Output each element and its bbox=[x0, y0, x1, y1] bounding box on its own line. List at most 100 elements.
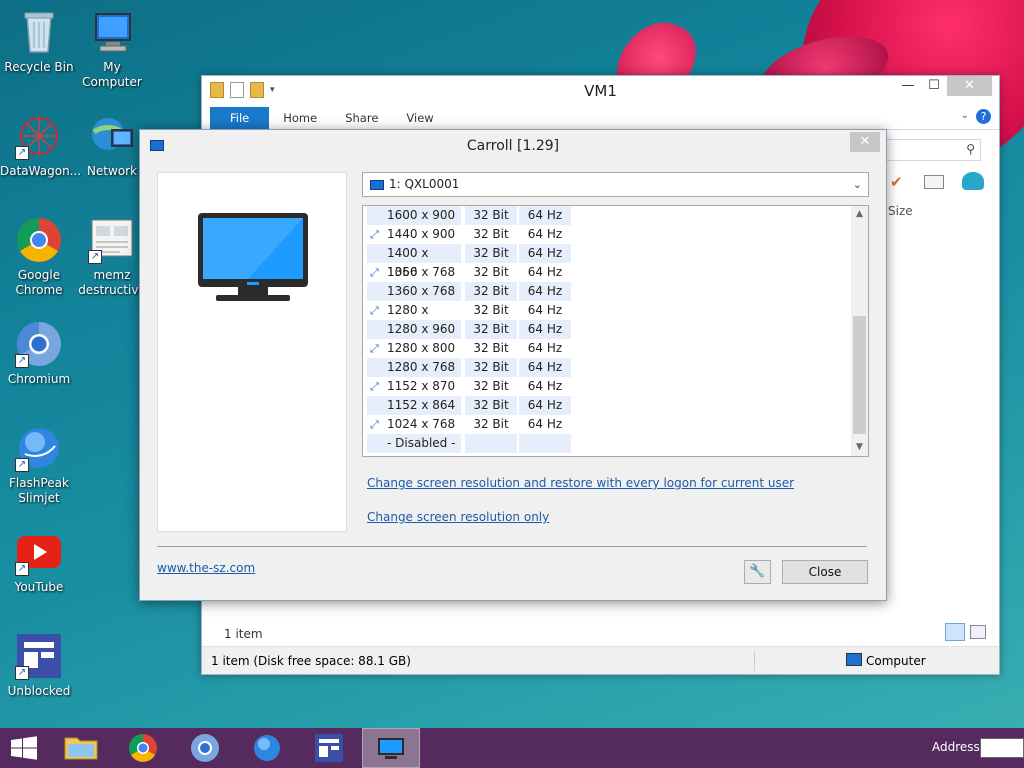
settings-button[interactable]: 🔧 bbox=[744, 560, 771, 584]
mode-resolution: 1280 x 768 bbox=[367, 358, 461, 377]
desktop-icon-label: FlashPeak Slimjet bbox=[9, 476, 69, 505]
taskbar-carroll[interactable] bbox=[362, 728, 420, 768]
list-item[interactable]: ⤢ - Disabled - bbox=[367, 434, 847, 453]
mode-resolution: 1440 x 900 bbox=[387, 227, 456, 241]
taskbar-unblocked[interactable] bbox=[300, 728, 358, 768]
recycle-bin-icon bbox=[15, 8, 63, 56]
tab-share[interactable]: Share bbox=[331, 107, 392, 129]
mode-resolution: - Disabled - bbox=[367, 434, 461, 453]
mode-refresh: 64 Hz bbox=[527, 341, 563, 355]
scroll-down-icon[interactable]: ▼ bbox=[851, 439, 868, 456]
item-count: 1 item bbox=[224, 627, 263, 641]
mode-bit-depth: 32 Bit bbox=[473, 265, 509, 279]
mail-icon[interactable] bbox=[924, 175, 944, 189]
desktop-icon-datawagon[interactable]: ↗ DataWagon... bbox=[0, 112, 81, 179]
dialog-title-bar[interactable]: Carroll [1.29] ✕ bbox=[140, 130, 886, 162]
mode-refresh: 64 Hz bbox=[527, 303, 563, 317]
dialog-divider bbox=[157, 546, 867, 547]
list-item[interactable]: ⤢ 1360 x 768 32 Bit 64 Hz bbox=[367, 282, 847, 301]
search-box[interactable]: ⚲ bbox=[886, 139, 981, 161]
taskbar-chromium[interactable] bbox=[176, 728, 234, 768]
windows-logo-icon bbox=[11, 736, 37, 760]
mode-bit-depth: 32 Bit bbox=[473, 227, 509, 241]
list-item[interactable]: ⤢ 1024 x 768 32 Bit 64 Hz bbox=[367, 415, 847, 434]
chromium-icon: ↗ bbox=[15, 320, 63, 368]
mode-resolution: 1152 x 864 bbox=[367, 396, 461, 415]
scroll-up-icon[interactable]: ▲ bbox=[851, 206, 868, 223]
desktop-icon-youtube[interactable]: ↗ YouTube bbox=[0, 528, 78, 595]
tab-view[interactable]: View bbox=[392, 107, 447, 129]
list-item[interactable]: ⤢ 1152 x 864 32 Bit 64 Hz bbox=[367, 396, 847, 415]
scrollbar-thumb[interactable] bbox=[853, 316, 866, 434]
change-resolution-only-link[interactable]: Change screen resolution only bbox=[367, 510, 549, 524]
mode-resolution: 1152 x 870 bbox=[387, 379, 456, 393]
mode-refresh: 64 Hz bbox=[527, 265, 563, 279]
list-item[interactable]: ⤢ 1600 x 900 32 Bit 64 Hz bbox=[367, 206, 847, 225]
list-item[interactable]: ⤢ 1440 x 900 32 Bit 64 Hz bbox=[367, 225, 847, 244]
taskbar-slimjet[interactable] bbox=[238, 728, 296, 768]
chromium-icon bbox=[191, 734, 219, 762]
resolution-list[interactable]: ⤢ 1600 x 900 32 Bit 64 Hz ⤢ 1440 x 900 3… bbox=[362, 205, 869, 457]
network-icon bbox=[88, 112, 136, 160]
desktop-icon-chromium[interactable]: ↗ Chromium bbox=[0, 320, 78, 387]
explorer-close-button[interactable]: ✕ bbox=[947, 76, 992, 96]
details-view-icon[interactable] bbox=[945, 623, 965, 641]
taskbar-chrome[interactable] bbox=[114, 728, 172, 768]
monitor-select-value: 1: QXL0001 bbox=[389, 177, 460, 191]
taskbar-file-explorer[interactable] bbox=[52, 728, 110, 768]
tab-file[interactable]: File bbox=[210, 107, 270, 129]
change-resolution-restore-link[interactable]: Change screen resolution and restore wit… bbox=[367, 476, 794, 490]
large-icons-view-icon[interactable] bbox=[970, 625, 986, 639]
column-size[interactable]: Size bbox=[888, 204, 913, 218]
address-input[interactable] bbox=[980, 738, 1024, 758]
check-icon[interactable]: ✔ bbox=[890, 173, 903, 191]
monitor-icon bbox=[378, 738, 404, 759]
carroll-dialog: Carroll [1.29] ✕ 1: QXL0001 ⌄ ⤢ 1600 x 9… bbox=[139, 129, 887, 601]
list-item[interactable]: ⤢ 1152 x 870 32 Bit 64 Hz bbox=[367, 377, 847, 396]
mode-refresh: 64 Hz bbox=[519, 358, 571, 377]
shell-icon[interactable] bbox=[962, 172, 984, 190]
website-link[interactable]: www.the-sz.com bbox=[157, 561, 255, 575]
shortcut-arrow-icon: ↗ bbox=[15, 458, 29, 472]
help-icon[interactable]: ? bbox=[976, 109, 991, 124]
mode-resolution: 1400 x 1050 bbox=[367, 244, 461, 279]
mode-bit-depth: 32 Bit bbox=[465, 206, 517, 225]
mode-resolution: 1280 x 960 bbox=[367, 320, 461, 339]
memz-icon: ↗ bbox=[88, 216, 136, 264]
chrome-icon bbox=[15, 216, 63, 264]
desktop-icon-unblocked[interactable]: ↗ Unblocked bbox=[0, 632, 78, 699]
status-divider bbox=[754, 651, 755, 671]
mode-resolution: 1360 x 768 bbox=[367, 282, 461, 301]
start-button[interactable] bbox=[0, 728, 48, 768]
unblocked-icon: ↗ bbox=[15, 632, 63, 680]
tab-home[interactable]: Home bbox=[269, 107, 331, 129]
desktop-icon-my-computer[interactable]: My Computer bbox=[73, 8, 151, 90]
maximize-button[interactable]: ☐ bbox=[919, 76, 949, 96]
mode-refresh: 64 Hz bbox=[519, 282, 571, 301]
monitor-select[interactable]: 1: QXL0001 ⌄ bbox=[362, 172, 869, 197]
ribbon-expand-icon[interactable]: ⌄ bbox=[961, 110, 969, 121]
taskbar: Address bbox=[0, 728, 1024, 768]
dialog-close-x-button[interactable]: ✕ bbox=[850, 132, 880, 152]
folder-icon bbox=[64, 737, 98, 760]
close-button[interactable]: Close bbox=[782, 560, 868, 584]
desktop-icon-label: Recycle Bin bbox=[4, 60, 74, 74]
list-item[interactable]: ⤢ 1400 x 1050 32 Bit 64 Hz bbox=[367, 244, 847, 279]
shortcut-arrow-icon: ↗ bbox=[15, 146, 29, 160]
list-item[interactable]: ⤢ 1280 x 960 32 Bit 64 Hz bbox=[367, 320, 847, 339]
desktop-icon-google-chrome[interactable]: Google Chrome bbox=[0, 216, 78, 298]
mode-resolution: 1600 x 900 bbox=[367, 206, 461, 225]
desktop-icon-recycle-bin[interactable]: Recycle Bin bbox=[0, 8, 78, 75]
list-item[interactable]: ⤢ 1280 x 768 32 Bit 64 Hz bbox=[367, 358, 847, 377]
list-item[interactable]: ⤢ 1280 x 1024 32 Bit 64 Hz bbox=[367, 301, 847, 336]
explorer-title-bar[interactable]: ▾ VM1 — ☐ ✕ bbox=[202, 76, 999, 106]
desktop-icon-slimjet[interactable]: ↗ FlashPeak Slimjet bbox=[0, 424, 78, 506]
list-item[interactable]: ⤢ 1280 x 800 32 Bit 64 Hz bbox=[367, 339, 847, 358]
desktop-icon-label: Chromium bbox=[7, 372, 71, 386]
monitor-icon bbox=[198, 213, 308, 301]
list-item[interactable]: ⤢ 1366 x 768 32 Bit 64 Hz bbox=[367, 263, 847, 282]
mode-bit-depth: 32 Bit bbox=[465, 282, 517, 301]
list-scrollbar[interactable]: ▲ ▼ bbox=[851, 206, 868, 456]
status-location: Computer bbox=[866, 654, 926, 668]
mode-refresh: 64 Hz bbox=[527, 379, 563, 393]
